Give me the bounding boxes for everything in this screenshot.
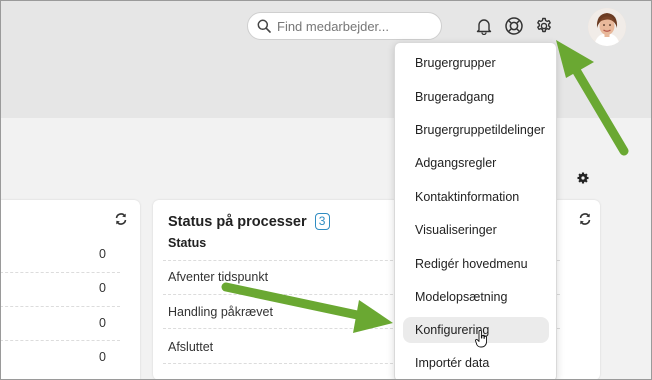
row-divider (163, 294, 403, 295)
settings-button[interactable] (533, 15, 555, 37)
menu-item-brugeradgang[interactable]: Brugeradgang (403, 84, 549, 110)
menu-item-visualiseringer[interactable]: Visualiseringer (403, 217, 549, 243)
status-item[interactable]: Handling påkrævet (168, 305, 273, 319)
row-divider (0, 272, 120, 273)
refresh-icon[interactable] (578, 212, 592, 226)
card-title-text: Status på processer (168, 213, 307, 230)
status-item[interactable]: Afventer tidspunkt (168, 270, 268, 284)
avatar-photo (588, 8, 626, 46)
menu-item-importer-data[interactable]: Importér data (403, 350, 549, 376)
help-button[interactable] (503, 15, 525, 37)
hand-cursor-icon (475, 330, 487, 348)
notifications-button[interactable] (473, 15, 495, 37)
row-divider (163, 328, 403, 329)
search-input[interactable] (277, 18, 437, 34)
refresh-icon[interactable] (114, 212, 128, 226)
user-avatar[interactable] (588, 8, 626, 46)
employee-search[interactable] (247, 12, 442, 40)
row-value: 0 (99, 350, 106, 364)
dashboard-settings-button[interactable] (577, 171, 589, 189)
gear-icon (577, 172, 589, 184)
row-divider (0, 340, 120, 341)
menu-item-adgangsregler[interactable]: Adgangsregler (403, 150, 549, 176)
status-item[interactable]: Afsluttet (168, 340, 213, 354)
row-value: 0 (99, 247, 106, 261)
menu-item-rediger-hovedmenu[interactable]: Redigér hovedmenu (403, 251, 549, 277)
row-value: 0 (99, 316, 106, 330)
help-lifebuoy-icon (505, 17, 523, 35)
row-divider (163, 260, 403, 261)
bell-icon (476, 19, 492, 35)
menu-item-modelopsaetning[interactable]: Modelopsætning (403, 284, 549, 310)
row-divider (0, 306, 120, 307)
status-column-header: Status (168, 236, 207, 250)
count-badge: 3 (314, 213, 330, 230)
menu-item-kontaktinformation[interactable]: Kontaktinformation (403, 184, 549, 210)
row-value: 0 (99, 281, 106, 295)
left-widget-card: 0 0 0 0 (0, 200, 140, 380)
search-icon (257, 19, 271, 33)
gear-icon (537, 17, 551, 33)
menu-item-brugergruppetildelinger[interactable]: Brugergruppetildelinger (403, 117, 549, 143)
menu-item-brugergrupper[interactable]: Brugergrupper (403, 50, 549, 76)
card-title: Status på processer 3 (168, 213, 330, 230)
row-divider (163, 363, 403, 364)
